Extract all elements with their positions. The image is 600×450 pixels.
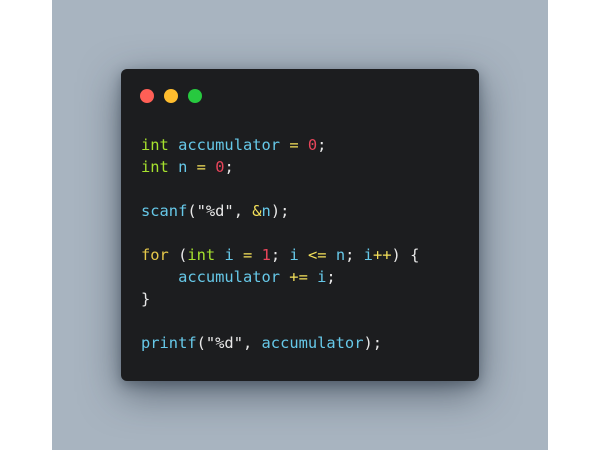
minimize-dot-icon[interactable]	[164, 89, 178, 103]
code-block: int accumulator = 0; int n = 0; scanf("%d"…	[141, 134, 419, 354]
code-line: int accumulator = 0;	[141, 136, 327, 154]
code-line: for (int i = 1; i <= n; i++) {	[141, 246, 420, 264]
close-dot-icon[interactable]	[140, 89, 154, 103]
code-line: }	[141, 290, 151, 308]
code-line: accumulator += i;	[178, 268, 336, 286]
window-controls	[140, 89, 202, 103]
maximize-dot-icon[interactable]	[188, 89, 202, 103]
code-line: int n = 0;	[141, 158, 234, 176]
code-window: int accumulator = 0; int n = 0; scanf("%d"…	[121, 69, 479, 381]
code-line: scanf("%d", &n);	[141, 202, 290, 220]
code-line: printf("%d", accumulator);	[141, 334, 383, 352]
